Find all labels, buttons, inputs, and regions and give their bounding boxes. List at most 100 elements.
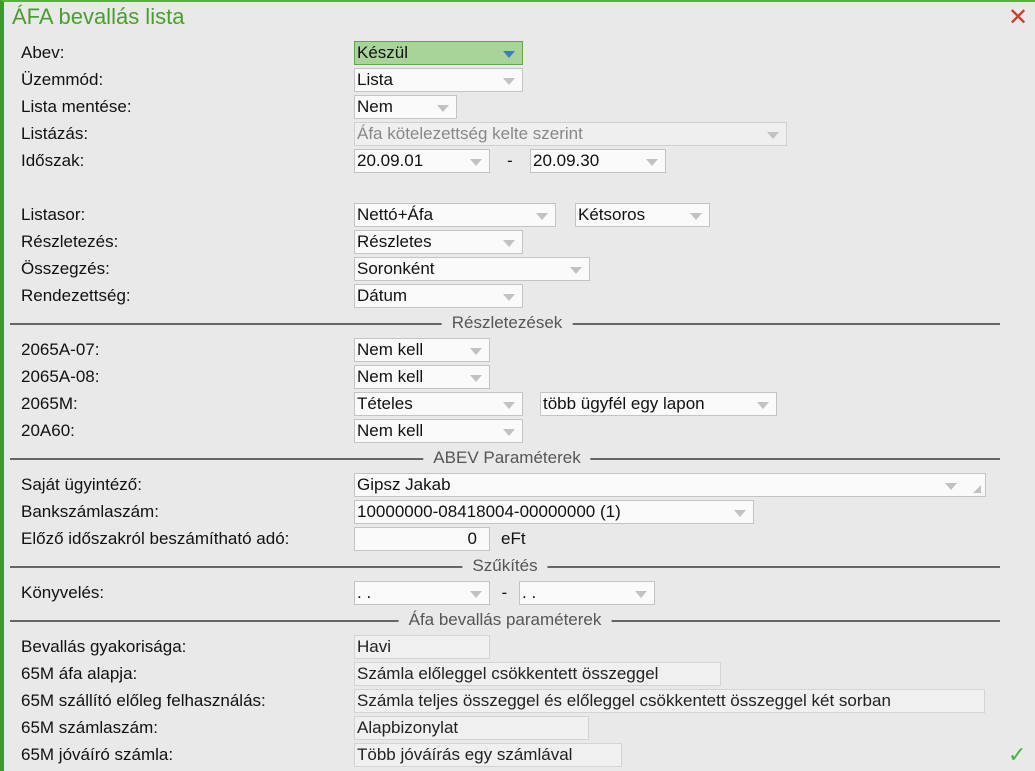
field-label: Lista mentése: [21, 97, 132, 116]
section-title: Szűkítés [462, 554, 548, 578]
chevron-down-icon [734, 510, 746, 517]
dropdown-select[interactable]: 20.09.30 [530, 149, 666, 173]
chevron-down-icon [503, 429, 515, 436]
field-label: 65M számlaszám: [21, 718, 158, 737]
dropdown-select[interactable]: Dátum [354, 284, 523, 308]
field-value: Számla előleggel csökkentett összeggel [357, 664, 659, 683]
field-label: Részletezés: [21, 232, 119, 251]
chevron-down-icon [470, 159, 482, 166]
field-label: 2065M: [21, 394, 78, 413]
field-label: Üzemmód: [21, 70, 104, 89]
field-value: Nem kell [357, 340, 424, 359]
dropdown-select[interactable]: Tételes [354, 392, 523, 416]
close-icon[interactable]: ✕ [1008, 3, 1028, 32]
field-value: 20.09.30 [533, 151, 600, 170]
field-label: Összegzés: [21, 259, 110, 278]
chevron-down-icon [536, 213, 548, 220]
chevron-down-icon [945, 483, 957, 490]
dropdown-select[interactable]: 10000000-08418004-00000000 (1) [354, 500, 754, 524]
chevron-down-icon [635, 591, 647, 598]
field-value: 0 [467, 529, 477, 548]
field-label: Bevallás gyakorisága: [21, 637, 187, 656]
field-value: Nem kell [357, 367, 424, 386]
section-title: Áfa bevallás paraméterek [398, 608, 612, 632]
field-label: Bankszámlaszám: [21, 502, 159, 521]
dropdown-select[interactable]: 20.09.01 [354, 149, 490, 173]
field-value: Kétsoros [578, 205, 646, 224]
resize-grip-icon[interactable] [973, 485, 981, 493]
chevron-down-icon [503, 51, 515, 58]
dropdown-select[interactable]: Készül [354, 41, 523, 65]
readonly-field: Több jóváírás egy számlával [354, 743, 622, 767]
field-value: Tételes [357, 394, 413, 413]
field-value: Gipsz Jakab [357, 475, 451, 494]
field-value: Nettó+Áfa [357, 205, 434, 224]
field-label: Saját ügyintéző: [21, 475, 142, 494]
field-value: 20.09.01 [357, 151, 424, 170]
dropdown-select[interactable]: Nem kell [354, 365, 490, 389]
field-label: Időszak: [21, 151, 85, 170]
section-title: Részletezések [441, 311, 573, 335]
dropdown-select[interactable]: Lista [354, 68, 523, 92]
dropdown-select[interactable]: Nem kell [354, 419, 523, 443]
dropdown-select[interactable]: Áfa kötelezettség kelte szerint [354, 122, 787, 146]
field-label: Listázás: [21, 124, 89, 143]
field-label: Listasor: [21, 205, 86, 224]
readonly-field: Alapbizonylat [354, 716, 589, 740]
field-label: 65M jóváíró számla: [21, 745, 174, 764]
check-icon[interactable]: ✓ [1008, 742, 1026, 768]
unit-label: eFt [501, 529, 526, 548]
field-label: 65M szállító előleg felhasználás: [21, 691, 266, 710]
range-dash: - [507, 151, 513, 170]
dropdown-select[interactable]: . . [354, 581, 490, 605]
number-input[interactable]: 0 [354, 527, 490, 551]
field-value: Több jóváírás egy számlával [357, 745, 573, 764]
chevron-down-icon [767, 132, 779, 139]
chevron-down-icon [757, 402, 769, 409]
dropdown-select[interactable]: Nem kell [354, 338, 490, 362]
field-value: Soronként [357, 259, 435, 278]
section-title: ABEV Paraméterek [423, 446, 591, 470]
chevron-down-icon [470, 348, 482, 355]
field-label: 2065A-07: [21, 340, 100, 359]
field-value: . . [357, 583, 372, 602]
field-value: Alapbizonylat [357, 718, 459, 737]
field-value: . . [522, 583, 537, 602]
field-label: 20A60: [21, 421, 75, 440]
range-dash: - [501, 583, 508, 602]
field-label: Abev: [21, 43, 65, 62]
dropdown-select[interactable]: Nettó+Áfa [354, 203, 556, 227]
field-label: 65M áfa alapja: [21, 664, 138, 683]
dropdown-select[interactable]: Nem [354, 95, 457, 119]
field-label: 2065A-08: [21, 367, 100, 386]
chevron-down-icon [570, 267, 582, 274]
field-label: Előző időszakról beszámítható adó: [21, 529, 290, 548]
dropdown-select[interactable]: több ügyfél egy lapon [540, 392, 777, 416]
chevron-down-icon [503, 78, 515, 85]
chevron-down-icon [470, 591, 482, 598]
field-label: Könyvelés: [21, 583, 105, 602]
chevron-down-icon [503, 294, 515, 301]
chevron-down-icon [503, 240, 515, 247]
field-value: Dátum [357, 286, 408, 305]
chevron-down-icon [470, 375, 482, 382]
dropdown-select[interactable]: . . [519, 581, 655, 605]
chevron-down-icon [646, 159, 658, 166]
field-value: több ügyfél egy lapon [543, 394, 705, 413]
field-value: Havi [357, 637, 392, 656]
dropdown-select[interactable]: Soronként [354, 257, 590, 281]
field-value: Számla teljes összeggel és előleggel csö… [357, 691, 891, 710]
dropdown-select[interactable]: Gipsz Jakab [354, 473, 986, 497]
field-value: Nem [357, 97, 393, 116]
field-value: 10000000-08418004-00000000 (1) [357, 502, 621, 521]
chevron-down-icon [503, 402, 515, 409]
field-value: Részletes [357, 232, 432, 251]
dialog-title: ÁFA bevallás lista [12, 4, 185, 29]
field-value: Készül [357, 43, 409, 62]
chevron-down-icon [437, 105, 449, 112]
chevron-down-icon [690, 213, 702, 220]
field-label: Rendezettség: [21, 286, 131, 305]
dropdown-select[interactable]: Kétsoros [575, 203, 710, 227]
field-value: Áfa kötelezettség kelte szerint [357, 124, 583, 143]
dropdown-select[interactable]: Részletes [354, 230, 523, 254]
